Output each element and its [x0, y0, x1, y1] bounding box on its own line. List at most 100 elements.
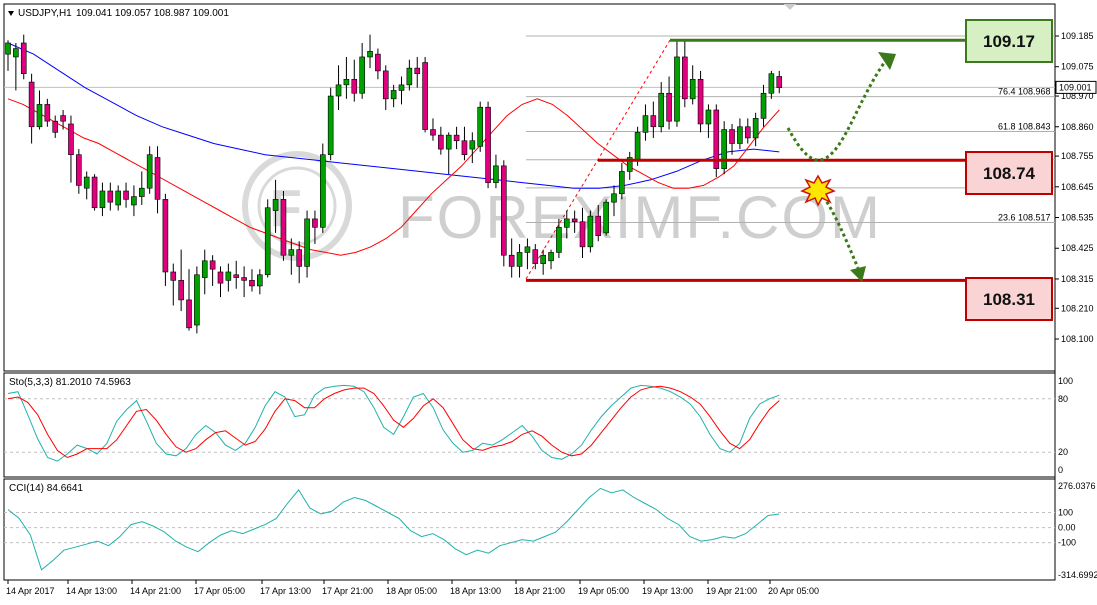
cci-axis-label: 0.00 [1058, 523, 1076, 533]
bull-candle [225, 271, 232, 281]
bear-candle [508, 254, 515, 267]
bear-candle [76, 154, 82, 186]
stoch-panel-frame [3, 372, 1056, 478]
bear-candle [579, 221, 586, 248]
time-axis-label: 18 Apr 13:00 [450, 586, 501, 596]
bull-candle [398, 84, 405, 91]
bear-candle [375, 53, 381, 72]
bull-candle [445, 134, 452, 150]
time-axis-label: 17 Apr 13:00 [260, 586, 311, 596]
bear-candle [209, 260, 216, 270]
bear-candle [217, 271, 224, 284]
price-axis-label: 108.860 [1061, 122, 1094, 132]
bull-candle [524, 246, 531, 253]
cci-axis-label: 276.0376 [1058, 481, 1096, 491]
bull-candle [760, 92, 767, 119]
time-axis-label: 14 Apr 13:00 [66, 586, 117, 596]
bull-candle [367, 51, 373, 58]
bear-candle [162, 199, 169, 273]
fibo-level-label: 61.8 108.843 [998, 122, 1051, 132]
stoch-name: Sto(5,3,3) [9, 377, 53, 388]
bull-candle [469, 140, 476, 150]
bear-candle [20, 42, 27, 75]
time-axis-label: 17 Apr 05:00 [194, 586, 245, 596]
bull-candle [319, 154, 326, 228]
time-axis-label: 20 Apr 05:00 [768, 586, 819, 596]
current-price-label: 109.001 [1059, 82, 1092, 92]
bear-candle [52, 120, 59, 133]
bear-candle [60, 115, 66, 122]
bull-candle [264, 207, 271, 276]
bear-candle [682, 56, 688, 100]
bull-candle [705, 109, 712, 125]
bear-candle [296, 249, 302, 267]
price-axis-label: 109.075 [1061, 62, 1094, 72]
bull-candle [5, 42, 11, 55]
pivot-level-label: 108.74 [983, 164, 1036, 183]
bull-candle [768, 73, 775, 94]
bear-candle [178, 280, 184, 301]
bull-candle [477, 106, 484, 147]
fibo-level-label: 23.6 108.517 [998, 213, 1051, 223]
breakout-burst-icon [800, 174, 836, 207]
bear-candle [776, 76, 783, 88]
bull-candle [115, 190, 121, 206]
bull-candle [390, 90, 397, 100]
bull-candle [556, 226, 562, 253]
cci-name: CCI(14) [9, 483, 44, 494]
chart-canvas: F FOREXIMF.COM USDJPY,H1 109.041 109.057… [3, 3, 1097, 596]
fibo-level-label: 76.4 108.968 [998, 87, 1051, 97]
bear-candle [453, 134, 460, 142]
bull-candle [343, 78, 350, 86]
time-axis-label: 19 Apr 21:00 [706, 586, 757, 596]
bull-candle [36, 104, 43, 128]
bear-candle [154, 157, 161, 200]
bear-candle [351, 78, 358, 94]
bear-candle [249, 280, 255, 287]
bull-candle [611, 193, 617, 203]
bull-candle [131, 196, 137, 206]
time-axis-label: 18 Apr 21:00 [514, 586, 565, 596]
time-axis-label: 17 Apr 21:00 [322, 586, 373, 596]
bull-candle [146, 154, 153, 189]
bull-candle [272, 199, 279, 211]
bear-candle [697, 78, 704, 125]
cci-axis-label: -314.6992 [1058, 570, 1097, 580]
price-axis-label: 108.100 [1061, 334, 1094, 344]
stoch-axis-label: 100 [1058, 376, 1073, 386]
bull-candle [603, 201, 609, 234]
bear-candle [382, 70, 389, 100]
bull-candle [304, 218, 310, 267]
price-axis-label: 108.210 [1061, 303, 1094, 313]
bear-candle [485, 106, 491, 183]
bull-candle [13, 48, 19, 58]
bear-candle [461, 140, 468, 155]
bear-candle [438, 134, 444, 150]
bull-candle [721, 129, 727, 169]
ohlc-values: 109.041 109.057 108.987 109.001 [76, 8, 229, 19]
bear-candle [666, 92, 672, 122]
bear-candle [123, 190, 129, 200]
bear-candle [501, 165, 507, 256]
bull-candle [493, 165, 499, 183]
bull-candle [540, 254, 546, 264]
bull-candle [658, 92, 665, 128]
bull-candle [83, 176, 90, 189]
cci-label: CCI(14) 84.6641 [9, 483, 83, 494]
bull-candle [99, 190, 106, 209]
time-axis-label: 14 Apr 2017 [6, 586, 55, 596]
bull-candle [138, 187, 145, 197]
bull-candle [335, 84, 342, 97]
bear-candle [280, 199, 287, 256]
stoch-axis-label: 80 [1058, 394, 1068, 404]
resistance-level-label: 109.17 [983, 32, 1035, 51]
bull-candle [548, 252, 554, 262]
bear-candle [532, 249, 539, 264]
bear-candle [430, 129, 436, 136]
time-axis-label: 19 Apr 13:00 [642, 586, 693, 596]
bear-candle [729, 129, 735, 144]
bull-candle [587, 215, 594, 248]
bull-candle [563, 218, 570, 228]
bull-candle [201, 260, 208, 278]
price-axis-label: 109.185 [1061, 31, 1094, 41]
